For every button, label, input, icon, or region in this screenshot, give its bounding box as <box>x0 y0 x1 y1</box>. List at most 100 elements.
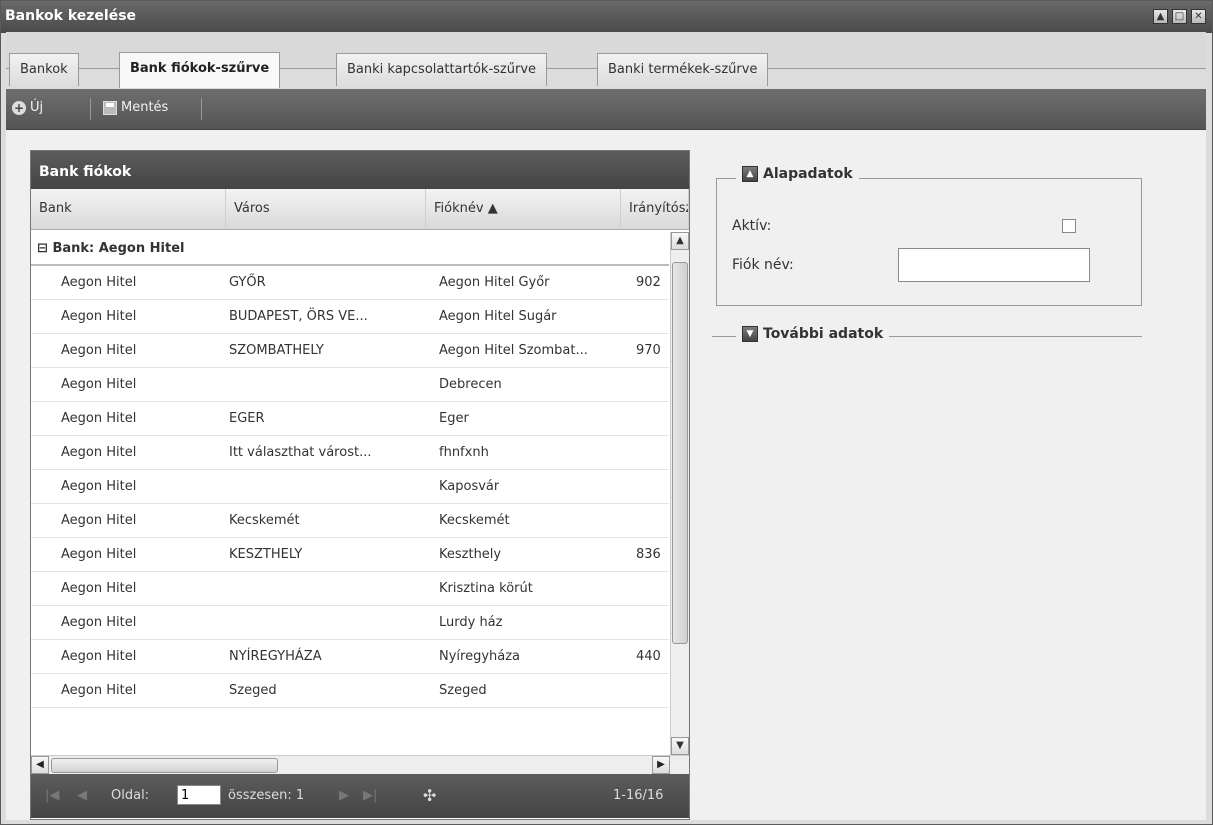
grid-title: Bank fiókok <box>31 151 689 189</box>
close-window-icon[interactable]: ✕ <box>1191 9 1206 24</box>
scroll-up-icon[interactable]: ▲ <box>671 232 689 250</box>
table-cell: KESZTHELY <box>229 547 303 562</box>
table-cell: Debrecen <box>439 377 502 392</box>
table-row[interactable]: Aegon Hitel EGER Eger <box>31 402 669 436</box>
tab-bankok[interactable]: Bankok <box>9 53 79 86</box>
plus-circle-icon: + <box>12 100 26 115</box>
table-cell <box>636 436 664 469</box>
table-cell: Aegon Hitel Szombat... <box>439 343 588 358</box>
table-cell <box>636 402 664 435</box>
total-pages-label: összesen: 1 <box>228 788 305 803</box>
table-cell: Aegon Hitel <box>61 615 137 630</box>
table-cell: Aegon Hitel <box>61 649 137 664</box>
table-row[interactable]: Aegon Hitel Itt választhat várost... fhnfx… <box>31 436 669 470</box>
column-header-fioknev[interactable]: Fióknév ▲ <box>426 189 621 229</box>
prev-page-icon[interactable]: ◀ <box>77 788 87 803</box>
scroll-right-icon[interactable]: ▶ <box>652 756 670 774</box>
table-row[interactable]: Aegon Hitel Szeged Szeged <box>31 674 669 708</box>
table-cell: NYÍREGYHÁZA <box>229 649 322 664</box>
table-cell: GYŐR <box>229 275 266 290</box>
scroll-left-icon[interactable]: ◀ <box>31 756 49 774</box>
table-cell: Aegon Hitel <box>61 275 137 290</box>
table-cell: Itt választhat várost... <box>229 445 372 460</box>
column-header-varos[interactable]: Város <box>226 189 426 229</box>
new-button[interactable]: + Új <box>12 100 43 115</box>
floppy-disk-icon <box>103 100 117 115</box>
active-label: Aktív: <box>732 218 772 234</box>
table-row[interactable]: Aegon Hitel Lurdy ház <box>31 606 669 640</box>
table-cell: Aegon Hitel <box>61 547 137 562</box>
window-titlebar: Bankok kezelése ▲ □ ✕ <box>1 1 1212 33</box>
table-cell: Aegon Hitel <box>61 683 137 698</box>
table-row[interactable]: Aegon Hitel Kaposvár <box>31 470 669 504</box>
page-number-input[interactable] <box>177 785 221 805</box>
table-cell: EGER <box>229 411 265 426</box>
toolbar-separator <box>201 98 202 120</box>
maximize-window-icon[interactable]: □ <box>1172 9 1187 24</box>
detail-form: ▲ Alapadatok Aktív: Fiók név: ▼ További … <box>712 150 1192 550</box>
first-page-icon[interactable]: |◀ <box>45 788 59 803</box>
toolbar: + Új Mentés <box>6 89 1206 130</box>
table-cell: Eger <box>439 411 469 426</box>
branch-name-input[interactable] <box>898 248 1090 282</box>
table-cell: BUDAPEST, ÖRS VE... <box>229 309 368 324</box>
group-header[interactable]: ⊟ Bank: Aegon Hitel <box>31 232 669 266</box>
table-cell: 440 <box>636 649 661 664</box>
table-cell: SZOMBATHELY <box>229 343 324 358</box>
vertical-scrollbar[interactable]: ▲ ▼ <box>670 232 689 755</box>
record-range-label: 1-16/16 <box>613 788 664 803</box>
table-cell: Aegon Hitel <box>61 411 137 426</box>
tab-bank-fiokok[interactable]: Bank fiókok-szűrve <box>119 52 281 88</box>
save-button[interactable]: Mentés <box>103 100 168 115</box>
refresh-icon[interactable]: ✣ <box>423 786 436 805</box>
column-header-bank[interactable]: Bank <box>31 189 226 229</box>
table-cell: Aegon Hitel <box>61 445 137 460</box>
group-collapse-icon[interactable]: ⊟ <box>37 241 48 256</box>
table-row[interactable]: Aegon Hitel Kecskemét Kecskemét <box>31 504 669 538</box>
toolbar-separator <box>90 98 91 120</box>
table-cell: Aegon Hitel <box>61 581 137 596</box>
table-cell <box>636 606 664 639</box>
table-cell: Aegon Hitel <box>61 377 137 392</box>
horizontal-scrollbar[interactable]: ◀ ▶ <box>31 755 689 774</box>
table-cell: Nyíregyháza <box>439 649 521 664</box>
table-row[interactable]: Aegon Hitel Krisztina körút <box>31 572 669 606</box>
tab-banki-termekek[interactable]: Banki termékek-szűrve <box>597 53 769 86</box>
table-row[interactable]: Aegon Hitel BUDAPEST, ÖRS VE... Aegon Hite… <box>31 300 669 334</box>
collapse-window-icon[interactable]: ▲ <box>1153 9 1168 24</box>
table-cell: Szeged <box>439 683 487 698</box>
table-row[interactable]: Aegon Hitel Debrecen <box>31 368 669 402</box>
next-page-icon[interactable]: ▶ <box>339 788 349 803</box>
table-cell: fhnfxnh <box>439 445 489 460</box>
tab-banki-kapcsolattartok[interactable]: Banki kapcsolattartók-szűrve <box>336 53 548 86</box>
column-header-iranyitoszam[interactable]: Irányítószám <box>621 189 689 229</box>
expand-down-icon[interactable]: ▼ <box>742 326 758 342</box>
table-row[interactable]: Aegon Hitel NYÍREGYHÁZA Nyíregyháza 440 <box>31 640 669 674</box>
table-cell <box>636 368 664 401</box>
branch-name-label: Fiók név: <box>732 257 794 273</box>
basic-data-legend[interactable]: ▲ Alapadatok <box>736 166 859 182</box>
table-cell <box>636 300 664 333</box>
pagination-bar: |◀ ◀ Oldal: összesen: 1 ▶ ▶| ✣ 1-16/16 <box>31 774 689 818</box>
table-cell: Aegon Hitel <box>61 479 137 494</box>
tab-strip: Bankok Bank fiókok-szűrve Banki kapcsola… <box>6 32 1206 88</box>
table-cell: 902 <box>636 275 661 290</box>
table-cell: Aegon Hitel <box>61 513 137 528</box>
bank-branch-grid: Bank fiókok Bank Város Fióknév ▲ Irányít… <box>30 150 690 820</box>
h-scroll-thumb[interactable] <box>51 758 278 773</box>
scroll-thumb[interactable] <box>672 262 688 644</box>
last-page-icon[interactable]: ▶| <box>363 788 377 803</box>
table-row[interactable]: Aegon Hitel KESZTHELY Keszthely 836 <box>31 538 669 572</box>
table-cell <box>636 572 664 605</box>
page-label: Oldal: <box>111 788 150 803</box>
table-row[interactable]: Aegon Hitel SZOMBATHELY Aegon Hitel Szomba… <box>31 334 669 368</box>
collapse-up-icon[interactable]: ▲ <box>742 166 758 182</box>
more-data-legend[interactable]: ▼ További adatok <box>736 326 890 342</box>
window-title: Bankok kezelése <box>5 8 137 24</box>
table-cell: Lurdy ház <box>439 615 503 630</box>
table-cell: Keszthely <box>439 547 502 562</box>
active-checkbox[interactable] <box>1062 219 1076 233</box>
scroll-down-icon[interactable]: ▼ <box>671 737 689 755</box>
table-cell: 970 <box>636 343 661 358</box>
table-row[interactable]: Aegon Hitel GYŐR Aegon Hitel Győr 902 <box>31 266 669 300</box>
